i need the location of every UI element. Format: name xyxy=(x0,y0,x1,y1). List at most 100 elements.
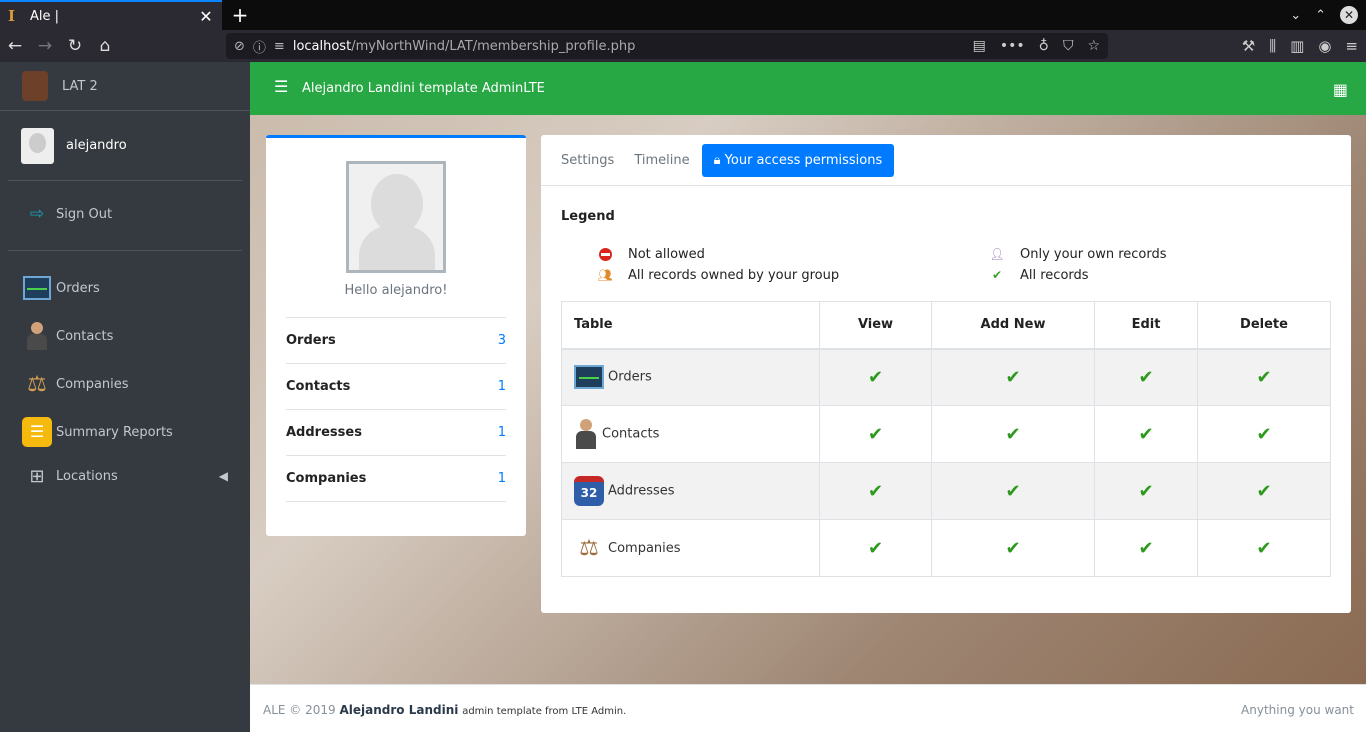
permissions-icon[interactable]: ≡ xyxy=(274,39,285,54)
scale-icon: ⚖ xyxy=(27,371,47,397)
check-icon: ✔ xyxy=(1005,480,1021,502)
lock-icon: 🔒︎ xyxy=(713,152,725,168)
contacts-icon xyxy=(26,322,48,350)
check-icon: ✔ xyxy=(991,268,1003,282)
sidebar-item-summary-reports[interactable]: ☰ Summary Reports xyxy=(0,417,250,447)
legend-title: Legend xyxy=(561,209,615,224)
check-icon: ✔ xyxy=(1138,480,1154,502)
check-icon: ✔ xyxy=(867,537,884,559)
legend-not-allowed: Not allowed xyxy=(596,246,705,262)
table-name: Orders xyxy=(608,369,652,385)
permissions-table: Table View Add New Edit Delete Orders ✔ … xyxy=(561,301,1331,577)
table-name: Addresses xyxy=(608,483,675,499)
check-icon: ✔ xyxy=(867,366,884,388)
chevron-up-icon[interactable]: ⌃ xyxy=(1315,8,1326,23)
sign-out-link[interactable]: ⇨ Sign Out xyxy=(0,199,250,229)
legend-all: ✔ All records xyxy=(988,267,1089,283)
permissions-card: Settings Timeline 🔒︎ Your access permiss… xyxy=(541,135,1351,613)
tracking-icon[interactable]: ⊘ xyxy=(234,39,245,54)
table-row: Orders ✔ ✔ ✔ ✔ xyxy=(561,348,1331,406)
close-tab-icon[interactable]: ✕ xyxy=(198,7,214,26)
browser-toolbar: ← → ↻ ⌂ ⊘ ⓘ ≡ localhost/myNorthWind/LAT/… xyxy=(0,30,1366,62)
check-icon: ✔ xyxy=(1256,537,1272,559)
main-content: ☰ Alejandro Landini template AdminLTE ▦ … xyxy=(250,62,1366,684)
scale-icon: ⚖ xyxy=(579,535,599,561)
sidebar-item-locations[interactable]: ⊞ Locations ◀ xyxy=(0,461,250,491)
tab-title: Ale | xyxy=(30,8,60,24)
home-icon[interactable]: ⌂ xyxy=(95,36,115,56)
sidebar-item-orders[interactable]: Orders xyxy=(0,273,250,303)
hamburger-icon[interactable]: ☰ xyxy=(274,77,288,96)
stat-companies: Companies 1 xyxy=(286,456,506,502)
legend-own: 👤︎ Only your own records xyxy=(989,246,1167,262)
chevron-left-icon: ◀ xyxy=(218,469,228,483)
footer: ALE © 2019 Alejandro Landini admin templ… xyxy=(250,684,1366,732)
stat-contacts: Contacts 1 xyxy=(286,364,506,410)
forward-icon[interactable]: → xyxy=(35,36,55,56)
table-name: Contacts xyxy=(602,426,660,442)
window-close-button[interactable]: ✕ xyxy=(1340,6,1358,24)
tab-access-permissions[interactable]: 🔒︎ Your access permissions xyxy=(701,143,895,177)
reload-icon[interactable]: ↻ xyxy=(65,36,85,56)
brand-name: LAT 2 xyxy=(62,78,98,94)
stat-addresses: Addresses 1 xyxy=(286,410,506,456)
tab-settings[interactable]: Settings xyxy=(553,145,622,176)
url-bar[interactable]: ⊘ ⓘ ≡ localhost/myNorthWind/LAT/membersh… xyxy=(226,33,1108,59)
check-icon: ✔ xyxy=(1138,366,1154,388)
sidebar-toggle-icon[interactable]: ▥ xyxy=(1290,37,1304,55)
top-navbar: ☰ Alejandro Landini template AdminLTE ▦ xyxy=(250,62,1366,115)
column-header: Add New xyxy=(931,301,1095,350)
menu-icon[interactable]: ≡ xyxy=(1345,37,1358,55)
check-icon: ✔ xyxy=(1256,423,1272,445)
check-icon: ✔ xyxy=(867,480,884,502)
check-icon: ✔ xyxy=(1005,423,1021,445)
greeting: Hello alejandro! xyxy=(344,283,448,298)
wrench-icon[interactable]: ⚒ xyxy=(1242,37,1255,55)
bulb-icon[interactable]: ♁ xyxy=(1039,38,1049,54)
sign-out-icon: ⇨ xyxy=(29,204,45,224)
apps-grid-icon[interactable]: ▦ xyxy=(1333,80,1348,99)
profile-picture xyxy=(346,161,446,273)
grid-icon: ⊞ xyxy=(29,465,45,487)
sidebar-item-contacts[interactable]: Contacts xyxy=(0,321,250,351)
pocket-icon[interactable]: ⛉ xyxy=(1063,38,1074,54)
profile-card: Hello alejandro! Orders 3 Contacts 1 Addre… xyxy=(266,135,526,536)
orders-icon xyxy=(23,276,51,300)
browser-tab-strip: I Ale | ✕ + ⌄ ⌃ ✕ xyxy=(0,0,1366,30)
browser-tab[interactable]: I Ale | ✕ xyxy=(0,0,222,30)
table-row: 32 Addresses ✔ ✔ ✔ ✔ xyxy=(561,462,1331,520)
library-icon[interactable]: ⫼ xyxy=(1269,37,1276,55)
table-name: Companies xyxy=(608,540,681,556)
user-panel[interactable]: alejandro xyxy=(8,111,242,181)
brand[interactable]: LAT 2 xyxy=(0,62,250,111)
check-icon: ✔ xyxy=(1005,537,1021,559)
author-link[interactable]: Alejandro Landini xyxy=(339,703,458,717)
orders-icon xyxy=(574,365,604,390)
table-row: ⚖ Companies ✔ ✔ ✔ ✔ xyxy=(561,519,1331,577)
tab-timeline[interactable]: Timeline xyxy=(626,145,697,176)
sidebar-item-companies[interactable]: ⚖ Companies xyxy=(0,369,250,399)
footer-right-text: Anything you want xyxy=(1241,703,1354,717)
new-tab-button[interactable]: + xyxy=(230,3,250,27)
back-icon[interactable]: ← xyxy=(5,36,25,56)
check-icon: ✔ xyxy=(1138,537,1154,559)
info-icon[interactable]: ⓘ xyxy=(253,37,266,56)
check-icon: ✔ xyxy=(1138,423,1154,445)
user-name[interactable]: alejandro xyxy=(66,138,127,153)
contacts-icon xyxy=(574,419,598,449)
column-header: Delete xyxy=(1197,301,1331,350)
reader-view-icon[interactable]: ▤ xyxy=(973,38,986,54)
check-icon: ✔ xyxy=(867,423,884,445)
check-icon: ✔ xyxy=(1256,366,1272,388)
highway-shield-icon: 32 xyxy=(574,476,604,506)
avatar xyxy=(21,127,54,164)
account-icon[interactable]: ◉ xyxy=(1318,37,1331,55)
url-text[interactable]: localhost/myNorthWind/LAT/membership_pro… xyxy=(293,39,959,54)
column-header: Table xyxy=(561,301,820,350)
bookmark-star-icon[interactable]: ☆ xyxy=(1087,38,1100,54)
app-title[interactable]: Alejandro Landini template AdminLTE xyxy=(302,81,545,96)
chevron-down-icon[interactable]: ⌄ xyxy=(1290,8,1301,23)
more-icon[interactable]: ••• xyxy=(1000,38,1025,54)
brand-logo-icon xyxy=(22,71,48,101)
group-icon: 👥︎ xyxy=(597,268,613,282)
